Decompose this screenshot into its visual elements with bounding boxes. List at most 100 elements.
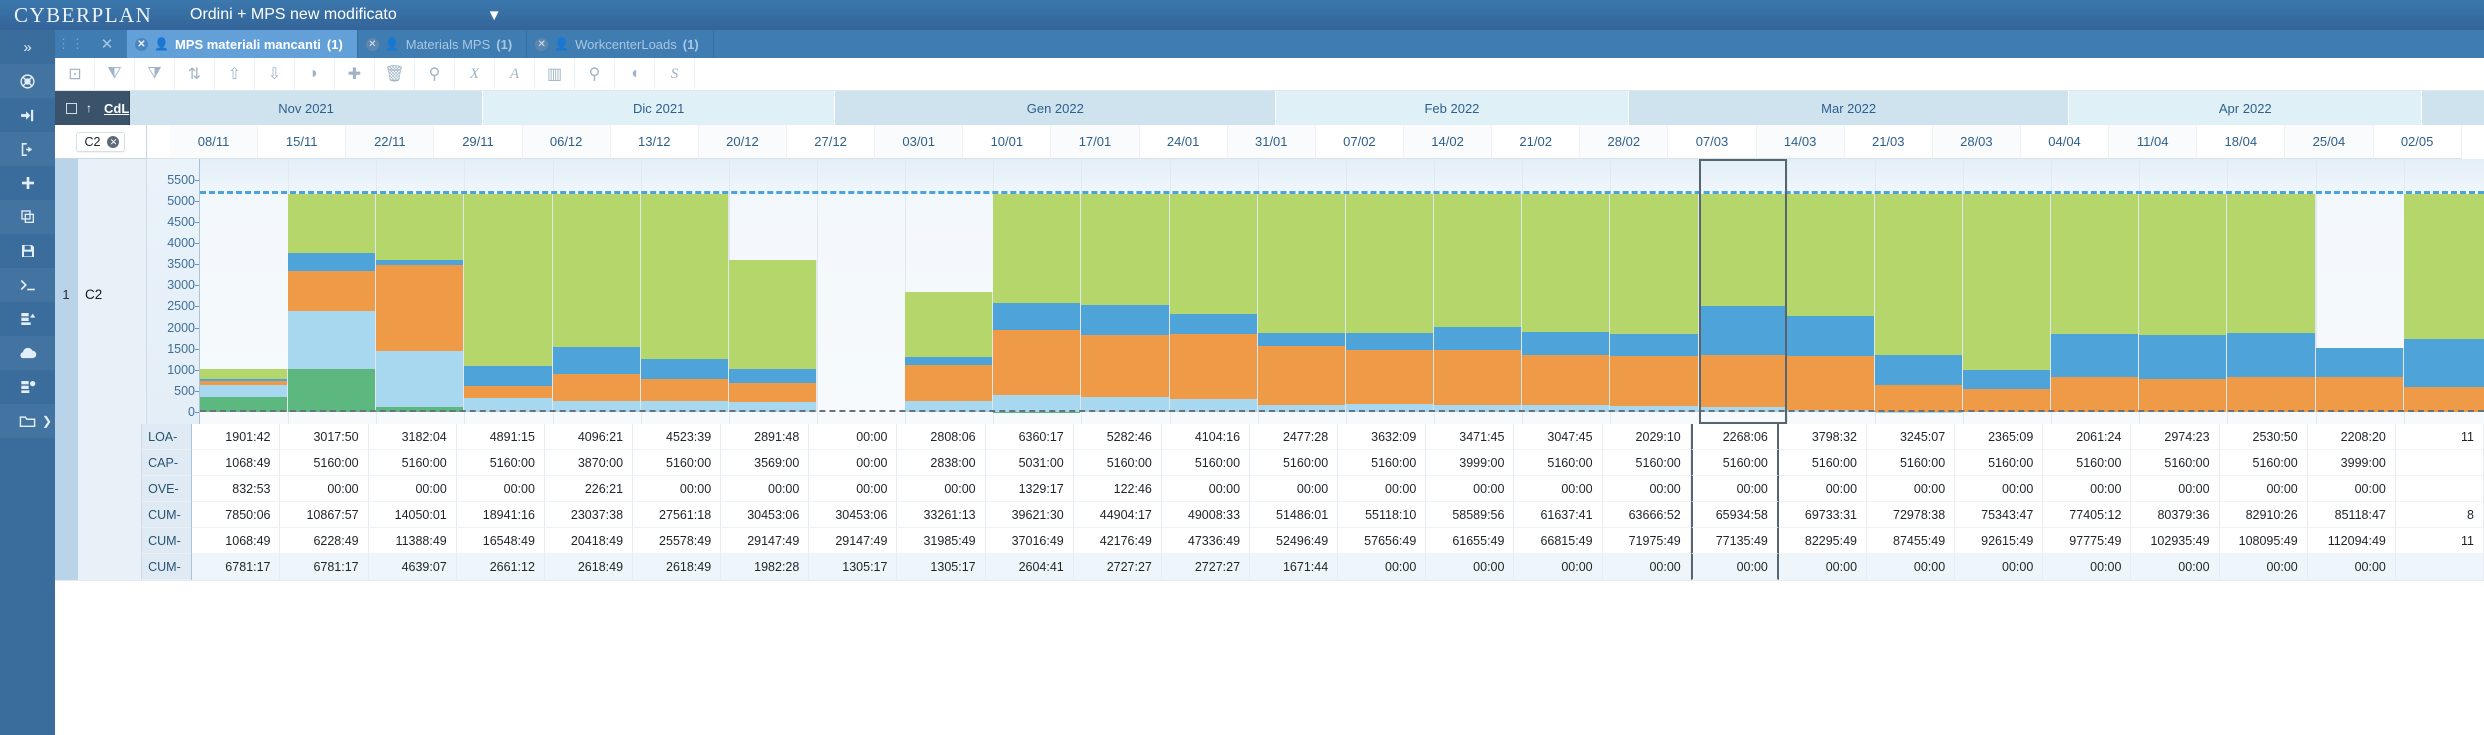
table-cell[interactable]: 51486:01: [1250, 502, 1339, 528]
table-cell[interactable]: 33261:13: [897, 502, 986, 528]
table-cell[interactable]: 30453:06: [809, 502, 898, 528]
table-cell[interactable]: 29147:49: [721, 528, 810, 554]
print-button[interactable]: ▥: [535, 58, 575, 90]
bar-column[interactable]: [1786, 194, 1875, 412]
date-header-cell[interactable]: 17/01: [1051, 125, 1140, 159]
chevrons-right-icon[interactable]: »: [0, 30, 55, 64]
date-header-cell[interactable]: 04/04: [2020, 125, 2110, 159]
table-cell[interactable]: 5160:00: [2219, 450, 2308, 476]
table-cell[interactable]: 1671:44: [1250, 554, 1339, 580]
date-header-cell[interactable]: 06/12: [522, 125, 611, 159]
date-header-cell[interactable]: 07/02: [1315, 125, 1404, 159]
table-cell[interactable]: 5160:00: [280, 450, 369, 476]
table-cell[interactable]: 47336:49: [1161, 528, 1251, 554]
bar-column[interactable]: [1522, 194, 1611, 412]
bar-column[interactable]: [2403, 194, 2484, 412]
table-cell[interactable]: 00:00: [1602, 554, 1691, 580]
table-cell[interactable]: 2808:06: [897, 424, 986, 450]
chevron-right-icon[interactable]: ❯: [42, 414, 52, 428]
bar-column[interactable]: [2315, 348, 2404, 412]
filter-chip-c2[interactable]: C2 ✕: [75, 131, 126, 152]
bar-column[interactable]: [1345, 194, 1435, 412]
plus-icon[interactable]: [0, 166, 55, 200]
chevron-down-icon[interactable]: ▼: [487, 7, 502, 24]
table-cell[interactable]: 00:00: [280, 476, 369, 502]
date-header-cell[interactable]: 20/12: [698, 125, 787, 159]
table-cell[interactable]: 00:00: [809, 476, 898, 502]
export-up-button[interactable]: ⇧: [215, 58, 255, 90]
table-cell[interactable]: 00:00: [721, 476, 810, 502]
database-gear-icon[interactable]: [0, 370, 55, 404]
table-cell[interactable]: 00:00: [2219, 476, 2308, 502]
table-cell[interactable]: 2727:27: [1073, 554, 1162, 580]
table-cell[interactable]: 832:53: [192, 476, 281, 502]
date-header-cell[interactable]: 21/03: [1844, 125, 1933, 159]
column-header-cdl[interactable]: CdL: [104, 101, 129, 116]
table-cell[interactable]: 00:00: [1867, 476, 1956, 502]
table-cell[interactable]: 00:00: [1161, 476, 1251, 502]
table-cell[interactable]: 5160:00: [1250, 450, 1339, 476]
bar-column[interactable]: [1257, 194, 1346, 412]
highlight-button[interactable]: ◖: [615, 58, 655, 90]
table-cell[interactable]: 4639:07: [368, 554, 457, 580]
date-header-cell[interactable]: 28/03: [1932, 125, 2021, 159]
bar-column[interactable]: [905, 291, 994, 412]
table-cell[interactable]: 5160:00: [1514, 450, 1603, 476]
table-cell[interactable]: 5160:00: [1955, 450, 2044, 476]
table-cell[interactable]: 1982:28: [721, 554, 810, 580]
bar-column[interactable]: [464, 194, 553, 412]
table-cell[interactable]: 5160:00: [456, 450, 545, 476]
paint-button[interactable]: ◗: [295, 58, 335, 90]
table-cell[interactable]: 1305:17: [897, 554, 986, 580]
table-cell[interactable]: 4104:16: [1161, 424, 1251, 450]
table-cell[interactable]: 00:00: [1955, 554, 2044, 580]
table-cell[interactable]: 6781:17: [192, 554, 281, 580]
table-cell[interactable]: 3471:45: [1426, 424, 1515, 450]
table-cell[interactable]: 5160:00: [368, 450, 457, 476]
date-header-cell[interactable]: 14/02: [1403, 125, 1493, 159]
close-icon[interactable]: ✕: [365, 37, 379, 51]
table-cell[interactable]: 69733:31: [1778, 502, 1868, 528]
bar-column[interactable]: [728, 260, 818, 412]
bar-column[interactable]: [376, 194, 465, 412]
save-layout-button[interactable]: ⊡: [55, 58, 95, 90]
table-cell[interactable]: 2838:00: [897, 450, 986, 476]
table-cell[interactable]: 00:00: [1514, 476, 1603, 502]
table-cell[interactable]: 3999:00: [2307, 450, 2396, 476]
filter-clear-button[interactable]: ⧩: [135, 58, 175, 90]
date-header-cell[interactable]: 03/01: [875, 125, 964, 159]
table-cell[interactable]: 49008:33: [1161, 502, 1251, 528]
table-cell[interactable]: 00:00: [1778, 554, 1868, 580]
date-header-cell[interactable]: 27/12: [786, 125, 876, 159]
table-cell[interactable]: 5160:00: [1602, 450, 1691, 476]
date-header-cell[interactable]: 24/01: [1139, 125, 1228, 159]
bar-column[interactable]: [2139, 194, 2228, 412]
table-cell[interactable]: 77135:49: [1690, 528, 1779, 554]
table-cell[interactable]: 2029:10: [1602, 424, 1691, 450]
table-cell[interactable]: 2604:41: [985, 554, 1074, 580]
delete-record-button[interactable]: 🗑: [375, 58, 415, 90]
date-header-cell[interactable]: 29/11: [434, 125, 523, 159]
export-excel-button[interactable]: X: [455, 58, 495, 90]
table-cell[interactable]: 3569:00: [721, 450, 810, 476]
table-cell[interactable]: 1068:49: [192, 528, 281, 554]
bar-column[interactable]: [1081, 194, 1170, 412]
date-header-cell[interactable]: 11/04: [2109, 125, 2198, 159]
table-cell[interactable]: 2891:48: [721, 424, 810, 450]
table-cell[interactable]: 11388:49: [368, 528, 457, 554]
tab-mps-materiali-mancanti[interactable]: ✕ 👤 MPS materiali mancanti (1): [127, 30, 358, 58]
table-cell[interactable]: 66815:49: [1514, 528, 1603, 554]
date-header-cell[interactable]: 07/03: [1668, 125, 1757, 159]
table-cell[interactable]: 7850:06: [192, 502, 281, 528]
table-cell[interactable]: 31985:49: [897, 528, 986, 554]
bar-column[interactable]: [2051, 194, 2140, 412]
table-cell[interactable]: 18941:16: [456, 502, 545, 528]
table-cell[interactable]: 2727:27: [1161, 554, 1251, 580]
table-cell[interactable]: 14050:01: [368, 502, 457, 528]
date-header-cell[interactable]: 21/02: [1492, 125, 1581, 159]
table-cell[interactable]: 16548:49: [456, 528, 545, 554]
stacked-bar-chart[interactable]: [200, 159, 2484, 424]
lifebuoy-icon[interactable]: [0, 64, 55, 98]
table-cell[interactable]: 122:46: [1073, 476, 1162, 502]
table-cell[interactable]: 58589:56: [1426, 502, 1515, 528]
